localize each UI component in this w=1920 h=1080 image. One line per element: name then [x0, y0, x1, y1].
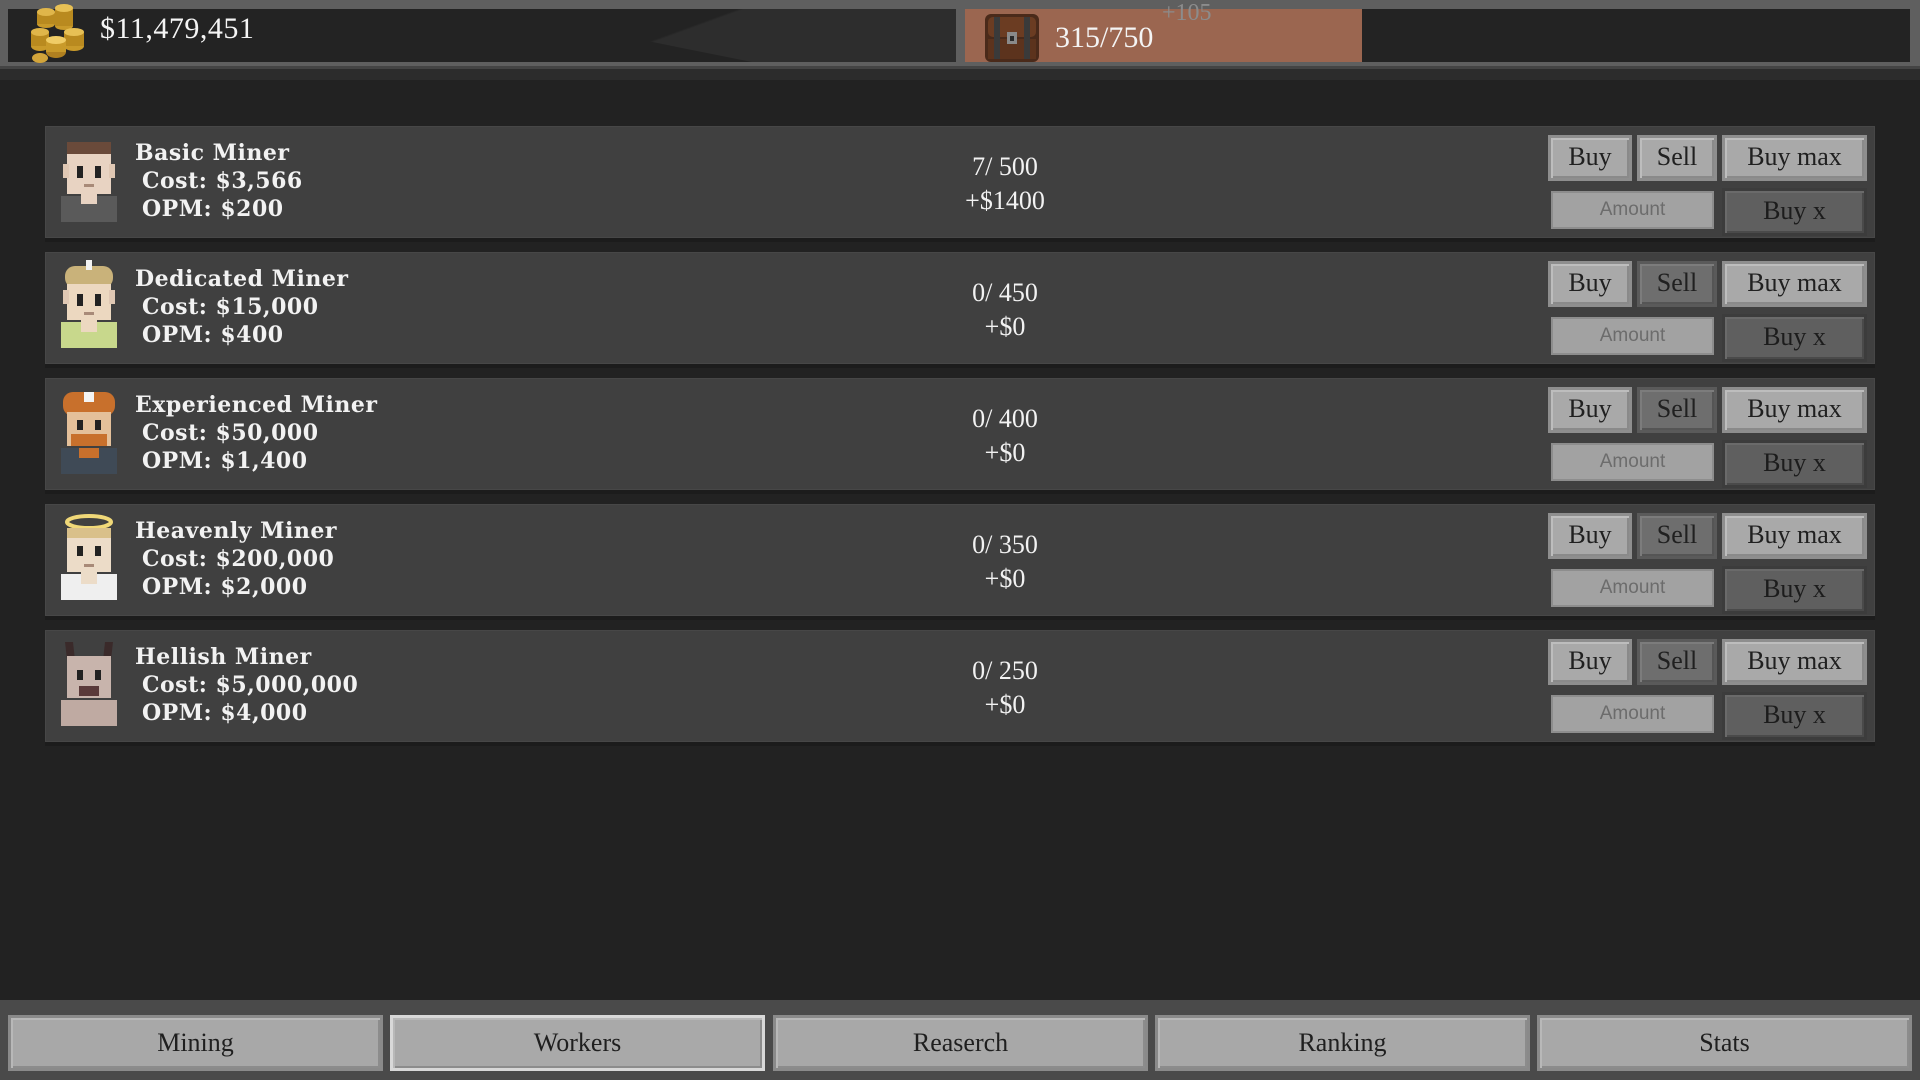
tab-research[interactable]: Reaserch — [773, 1015, 1148, 1071]
worker-opm: OPM: $4,000 — [142, 700, 308, 726]
buy-button[interactable]: Buy — [1548, 387, 1632, 433]
buy-button[interactable]: Buy — [1548, 261, 1632, 307]
amount-input[interactable]: Amount — [1551, 569, 1714, 607]
worker-count: 0/ 400 — [972, 404, 1038, 433]
worker-cost: Cost: $200,000 — [142, 546, 335, 572]
worker-list: Basic Miner Cost: $3,566 OPM: $200 7/ 50… — [45, 126, 1875, 756]
dedicated-miner-avatar-icon — [61, 260, 117, 348]
amount-input[interactable]: Amount — [1551, 695, 1714, 733]
top-bar: $11,479,451 315/750 +105 — [0, 0, 1920, 72]
worker-row-hellish-miner: Hellish Miner Cost: $5,000,000 OPM: $4,0… — [45, 630, 1875, 746]
worker-name: Basic Miner — [135, 140, 290, 166]
amount-input[interactable]: Amount — [1551, 191, 1714, 229]
worker-opm: OPM: $400 — [142, 322, 284, 348]
amount-input[interactable]: Amount — [1551, 317, 1714, 355]
storage-amount: 315/750 — [1055, 21, 1154, 54]
worker-count: 0/ 250 — [972, 656, 1038, 685]
worker-count: 0/ 350 — [972, 530, 1038, 559]
treasure-chest-icon — [985, 14, 1039, 62]
right-header-panel — [1362, 9, 1910, 62]
worker-row-dedicated-miner: Dedicated Miner Cost: $15,000 OPM: $400 … — [45, 252, 1875, 368]
worker-name: Heavenly Miner — [135, 518, 337, 544]
worker-income: +$0 — [984, 312, 1026, 341]
sell-button[interactable]: Sell — [1637, 135, 1717, 181]
worker-income: +$0 — [984, 690, 1026, 719]
worker-cost: Cost: $3,566 — [142, 168, 303, 194]
worker-opm: OPM: $200 — [142, 196, 284, 222]
worker-opm: OPM: $1,400 — [142, 448, 308, 474]
heavenly-miner-avatar-icon — [61, 514, 117, 600]
buy-x-button[interactable]: Buy x — [1722, 314, 1867, 362]
worker-name: Experienced Miner — [135, 392, 378, 418]
amount-input[interactable]: Amount — [1551, 443, 1714, 481]
buy-x-button[interactable]: Buy x — [1722, 440, 1867, 488]
buy-button[interactable]: Buy — [1548, 513, 1632, 559]
tab-ranking[interactable]: Ranking — [1155, 1015, 1530, 1071]
buy-button[interactable]: Buy — [1548, 135, 1632, 181]
worker-income: +$1400 — [965, 186, 1045, 215]
buy-max-button[interactable]: Buy max — [1722, 261, 1867, 307]
worker-opm: OPM: $2,000 — [142, 574, 308, 600]
buy-max-button[interactable]: Buy max — [1722, 135, 1867, 181]
worker-count: 0/ 450 — [972, 278, 1038, 307]
buy-max-button[interactable]: Buy max — [1722, 513, 1867, 559]
buy-x-button[interactable]: Buy x — [1722, 566, 1867, 614]
worker-cost: Cost: $15,000 — [142, 294, 319, 320]
worker-count: 7/ 500 — [972, 152, 1038, 181]
worker-income: +$0 — [984, 564, 1026, 593]
tab-mining[interactable]: Mining — [8, 1015, 383, 1071]
money-amount: $11,479,451 — [100, 12, 255, 45]
storage-gain: +105 — [1162, 0, 1212, 26]
buy-button[interactable]: Buy — [1548, 639, 1632, 685]
gold-coins-icon — [31, 4, 84, 63]
buy-x-button[interactable]: Buy x — [1722, 692, 1867, 740]
panel-shade — [488, 9, 956, 62]
buy-x-button[interactable]: Buy x — [1722, 188, 1867, 236]
buy-max-button[interactable]: Buy max — [1722, 639, 1867, 685]
worker-cost: Cost: $5,000,000 — [142, 672, 359, 698]
sell-button[interactable]: Sell — [1637, 261, 1717, 307]
worker-name: Dedicated Miner — [135, 266, 349, 292]
worker-row-experienced-miner: Experienced Miner Cost: $50,000 OPM: $1,… — [45, 378, 1875, 494]
worker-cost: Cost: $50,000 — [142, 420, 319, 446]
sell-button[interactable]: Sell — [1637, 387, 1717, 433]
buy-max-button[interactable]: Buy max — [1722, 387, 1867, 433]
worker-row-basic-miner: Basic Miner Cost: $3,566 OPM: $200 7/ 50… — [45, 126, 1875, 242]
tab-workers[interactable]: Workers — [390, 1015, 765, 1071]
worker-row-heavenly-miner: Heavenly Miner Cost: $200,000 OPM: $2,00… — [45, 504, 1875, 620]
worker-income: +$0 — [984, 438, 1026, 467]
hellish-miner-avatar-icon — [61, 642, 117, 726]
basic-miner-avatar-icon — [61, 142, 117, 222]
tab-stats[interactable]: Stats — [1537, 1015, 1912, 1071]
worker-name: Hellish Miner — [135, 644, 312, 670]
experienced-miner-avatar-icon — [61, 392, 117, 474]
sell-button[interactable]: Sell — [1637, 513, 1717, 559]
header-divider — [0, 66, 1920, 80]
sell-button[interactable]: Sell — [1637, 639, 1717, 685]
